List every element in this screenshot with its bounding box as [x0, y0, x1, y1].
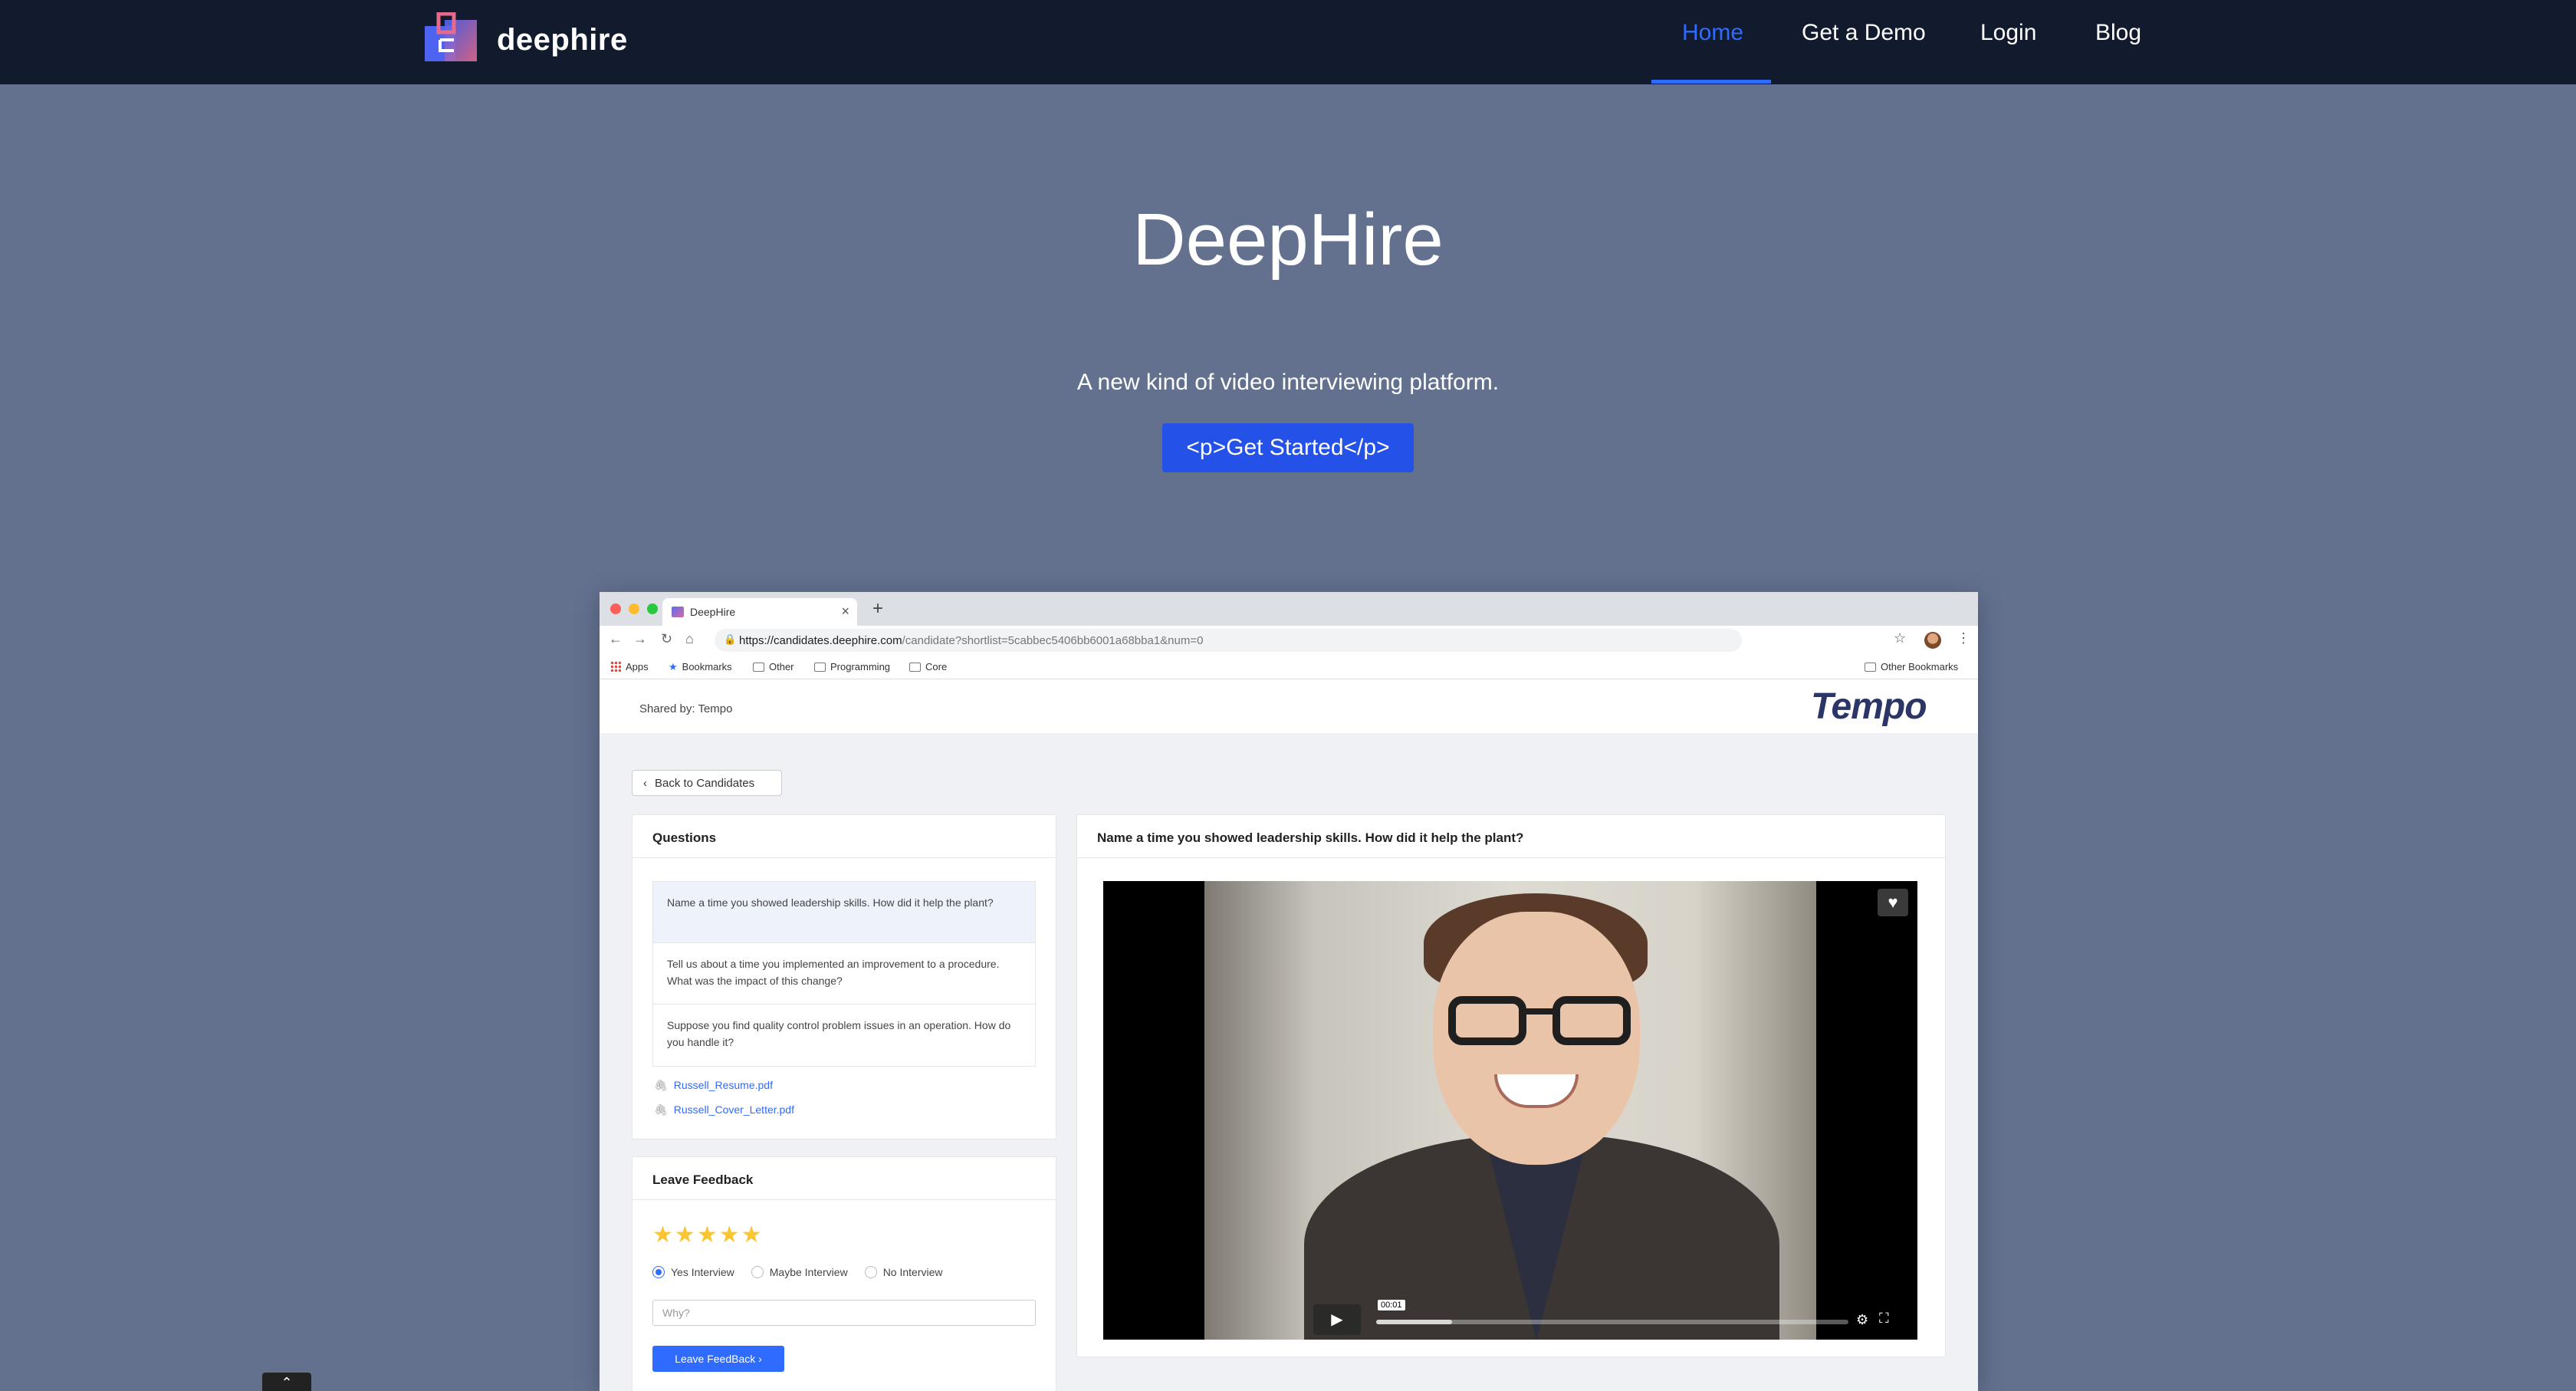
feedback-card: Leave Feedback ★★★★★ Yes Interview Maybe… [632, 1156, 1056, 1391]
browser-menu-icon: ⋮ [1957, 630, 1970, 646]
bookmark-star-icon: ☆ [1894, 630, 1907, 646]
deephire-logo-icon[interactable] [423, 12, 480, 64]
hero-subtitle: A new kind of video interviewing platfor… [1076, 370, 1500, 395]
url-text: https://candidates.deephire.com/candidat… [739, 634, 1204, 647]
paperclip-icon: 🖇 [654, 1079, 668, 1091]
active-nav-indicator [1651, 80, 1771, 84]
window-minimize-dot [629, 603, 639, 614]
candidate-page-header: Shared by: Tempo Tempo [600, 679, 1978, 733]
play-icon: ▶ [1313, 1304, 1361, 1335]
folder-icon [814, 663, 826, 672]
questions-list: Name a time you showed leadership skills… [652, 881, 1036, 1067]
video-controls: ▶ 00:01 ⚙ ⛶ [1306, 1300, 1904, 1335]
star-icon: ★ [674, 1222, 697, 1248]
attachment-cover-letter: 🖇 Russell_Cover_Letter.pdf [654, 1103, 794, 1116]
settings-gear-icon: ⚙ [1856, 1312, 1869, 1327]
brand-name[interactable]: deephire [497, 23, 628, 58]
lock-icon: 🔒 [724, 633, 737, 645]
scroll-to-top-icon[interactable]: ⌃ [262, 1373, 311, 1391]
window-close-dot [610, 603, 621, 614]
url-field: 🔒 https://candidates.deephire.com/candid… [715, 629, 1742, 652]
leave-feedback-button: Leave FeedBack › [652, 1346, 784, 1372]
star-icon: ★ [741, 1222, 764, 1248]
candidate-glasses [1448, 996, 1631, 1050]
reload-icon: ↻ [661, 631, 673, 646]
question-item: Tell us about a time you implemented an … [653, 943, 1035, 1005]
video-progress-fill [1376, 1320, 1452, 1324]
video-player: ♥ ▶ 00:01 ⚙ ⛶ [1103, 881, 1917, 1340]
questions-card: Questions Name a time you showed leaders… [632, 814, 1056, 1139]
rating-stars: ★★★★★ [652, 1222, 764, 1248]
hero-title: DeepHire [1132, 199, 1444, 281]
radio-icon [864, 1266, 877, 1278]
feedback-title: Leave Feedback [632, 1157, 1056, 1200]
product-screenshot: DeepHire × + ← → ↻ ⌂ 🔒 https://candidate… [600, 592, 1978, 1391]
bookmark-core: Core [909, 661, 947, 672]
browser-tab-bar: DeepHire × + [600, 592, 1978, 626]
fullscreen-icon: ⛶ [1879, 1310, 1889, 1326]
nav-blog[interactable]: Blog [2095, 20, 2141, 46]
bookmark-apps: Apps [610, 661, 649, 672]
radio-maybe-interview: Maybe Interview [751, 1266, 848, 1278]
address-bar: ← → ↻ ⌂ 🔒 https://candidates.deephire.co… [600, 626, 1978, 655]
radio-selected-icon [652, 1266, 665, 1278]
radio-icon [751, 1266, 764, 1278]
favicon-icon [672, 607, 684, 617]
bookmark-other-bookmarks: Other Bookmarks [1865, 661, 1958, 672]
questions-title: Questions [632, 815, 1056, 858]
star-icon: ★ [718, 1222, 741, 1248]
video-progress-bar [1376, 1320, 1848, 1324]
bookmark-bookmarks: ★ Bookmarks [669, 661, 732, 672]
question-item: Suppose you find quality control problem… [667, 1019, 1011, 1048]
why-textarea: Why? [652, 1300, 1036, 1326]
nav-get-a-demo[interactable]: Get a Demo [1802, 20, 1926, 46]
star-icon: ★ [696, 1222, 719, 1248]
star-icon: ★ [669, 661, 678, 672]
bookmark-other: Other [753, 661, 794, 672]
forward-arrow-icon: → [633, 631, 647, 646]
nav-login[interactable]: Login [1980, 20, 2036, 46]
browser-tab: DeepHire × [662, 598, 857, 626]
tab-close-icon: × [841, 603, 849, 619]
home-icon: ⌂ [685, 631, 694, 646]
video-timestamp: 00:01 [1378, 1300, 1405, 1310]
favorite-heart-icon: ♥ [1878, 889, 1908, 916]
video-card: Name a time you showed leadership skills… [1076, 814, 1946, 1357]
attachment-resume: 🖇 Russell_Resume.pdf [654, 1079, 773, 1091]
profile-avatar-icon [1924, 632, 1941, 649]
chevron-left-icon: ‹ [643, 776, 647, 790]
back-to-candidates-button: ‹ Back to Candidates [632, 770, 782, 796]
nav-home[interactable]: Home [1682, 20, 1743, 46]
folder-icon [1865, 663, 1876, 672]
interview-decision-group: Yes Interview Maybe Interview No Intervi… [652, 1266, 943, 1278]
bookmarks-bar: Apps ★ Bookmarks Other Programming Core O… [600, 655, 1978, 679]
folder-icon [753, 663, 764, 672]
back-arrow-icon: ← [609, 631, 623, 646]
browser-tab-title: DeepHire [690, 606, 736, 618]
current-question-title: Name a time you showed leadership skills… [1077, 815, 1945, 858]
company-logo: Tempo [1811, 686, 1927, 727]
paperclip-icon: 🖇 [654, 1103, 668, 1116]
new-tab-icon: + [872, 598, 884, 619]
video-frame: ♥ ▶ 00:01 ⚙ ⛶ [1204, 881, 1908, 1340]
get-started-button[interactable]: <p>Get Started</p> [1162, 423, 1414, 472]
star-icon: ★ [652, 1222, 675, 1248]
shared-by-label: Shared by: Tempo [639, 702, 733, 715]
top-navbar: deephire Home Get a Demo Login Blog [0, 0, 2576, 84]
radio-no-interview: No Interview [864, 1266, 943, 1278]
apps-grid-icon [610, 661, 621, 672]
folder-icon [909, 663, 921, 672]
window-zoom-dot [647, 603, 658, 614]
bookmark-programming: Programming [814, 661, 890, 672]
radio-yes-interview: Yes Interview [652, 1266, 734, 1278]
question-item: Name a time you showed leadership skills… [653, 882, 1035, 943]
